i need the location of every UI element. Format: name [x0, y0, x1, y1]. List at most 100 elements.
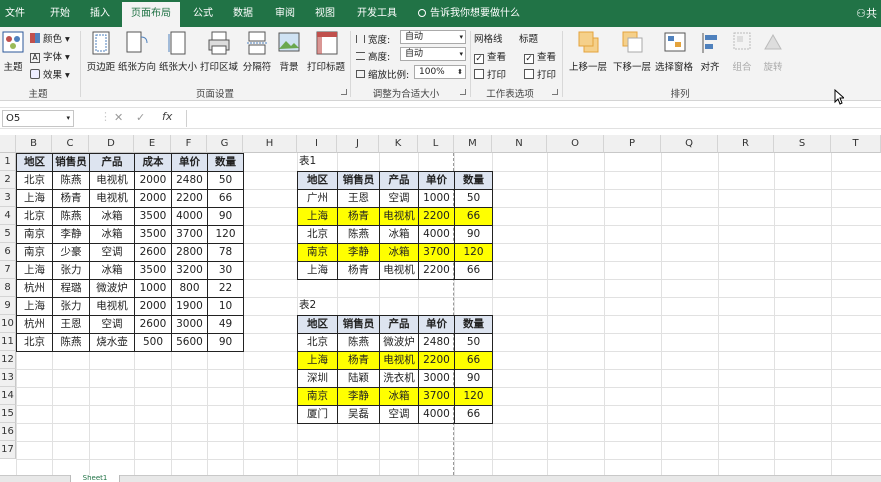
height-dropdown[interactable]: 自动 ▾	[400, 47, 466, 61]
table2-cell[interactable]: 90	[454, 369, 493, 388]
main-table-cell[interactable]: 微波炉	[89, 279, 135, 298]
main-table-cell[interactable]: 2000	[134, 189, 172, 208]
table2-cell[interactable]: 66	[454, 405, 493, 424]
column-header[interactable]: R	[718, 135, 774, 153]
table1-cell[interactable]: 广州	[297, 189, 338, 208]
column-header[interactable]: G	[207, 135, 243, 153]
table2-cell[interactable]: 微波炉	[379, 333, 419, 352]
tab-file[interactable]: 文件	[0, 0, 30, 27]
table1-cell[interactable]: 杨青	[337, 207, 380, 226]
main-table-cell[interactable]: 2000	[134, 297, 172, 316]
main-table-cell[interactable]: 78	[207, 243, 244, 262]
table1-header[interactable]: 销售员	[337, 171, 380, 190]
table1-header[interactable]: 产品	[379, 171, 419, 190]
main-table-cell[interactable]: 冰箱	[89, 225, 135, 244]
page-setup-launcher[interactable]	[341, 89, 347, 95]
column-header[interactable]: N	[492, 135, 547, 153]
table1-cell[interactable]: 北京	[297, 225, 338, 244]
row-header[interactable]: 6	[0, 243, 16, 261]
theme-button[interactable]: 主题	[0, 29, 26, 73]
orientation-button[interactable]: 纸张方向	[118, 31, 156, 75]
main-table-cell[interactable]: 空调	[89, 315, 135, 334]
main-table-cell[interactable]: 北京	[16, 333, 53, 352]
table1-cell[interactable]: 2200	[418, 207, 455, 226]
column-header[interactable]: E	[134, 135, 171, 153]
table2-cell[interactable]: 李静	[337, 387, 380, 406]
row-header[interactable]: 13	[0, 369, 16, 387]
table2-title[interactable]: 表2	[297, 297, 338, 316]
tab-view[interactable]: 视图	[308, 0, 342, 27]
main-table-cell[interactable]: 南京	[16, 225, 53, 244]
table1-cell[interactable]: 90	[454, 225, 493, 244]
main-table-cell[interactable]: 少豪	[52, 243, 90, 262]
main-table-cell[interactable]: 500	[134, 333, 172, 352]
main-table-cell[interactable]: 南京	[16, 243, 53, 262]
main-table-cell[interactable]: 张力	[52, 297, 90, 316]
sheet-options-launcher[interactable]	[552, 89, 558, 95]
main-table-cell[interactable]: 3500	[134, 261, 172, 280]
column-header[interactable]: M	[454, 135, 492, 153]
main-table-cell[interactable]: 3500	[134, 225, 172, 244]
main-table-cell[interactable]: 电视机	[89, 297, 135, 316]
table2-header[interactable]: 销售员	[337, 315, 380, 334]
colors-button[interactable]: 颜色 ▾	[30, 31, 70, 45]
main-table-header[interactable]: 单价	[171, 153, 208, 172]
main-table-cell[interactable]: 3700	[171, 225, 208, 244]
column-header[interactable]: D	[89, 135, 134, 153]
main-table-cell[interactable]: 王恩	[52, 315, 90, 334]
main-table-header[interactable]: 成本	[134, 153, 172, 172]
tab-data[interactable]: 数据	[226, 0, 260, 27]
main-table-cell[interactable]: 1900	[171, 297, 208, 316]
column-header[interactable]: S	[774, 135, 831, 153]
select-all-corner[interactable]	[0, 135, 16, 153]
row-header[interactable]: 10	[0, 315, 16, 333]
group-objects-button[interactable]: 组合	[728, 31, 756, 75]
table1-cell[interactable]: 上海	[297, 207, 338, 226]
insert-function-icon[interactable]: fx	[162, 110, 172, 123]
table2-header[interactable]: 数量	[454, 315, 493, 334]
enter-icon[interactable]: ✓	[136, 111, 145, 124]
table2-cell[interactable]: 北京	[297, 333, 338, 352]
table2-cell[interactable]: 冰箱	[379, 387, 419, 406]
table1-cell[interactable]: 上海	[297, 261, 338, 280]
main-table-cell[interactable]: 5600	[171, 333, 208, 352]
table1-cell[interactable]: 2200	[418, 261, 455, 280]
main-table-cell[interactable]: 陈燕	[52, 333, 90, 352]
table2-cell[interactable]: 4000	[418, 405, 455, 424]
table2-cell[interactable]: 3700	[418, 387, 455, 406]
main-table-cell[interactable]: 2480	[171, 171, 208, 190]
row-header[interactable]: 3	[0, 189, 16, 207]
tab-insert[interactable]: 插入	[82, 0, 118, 27]
row-header[interactable]: 17	[0, 441, 16, 459]
column-header[interactable]: T	[831, 135, 881, 153]
column-header[interactable]: Q	[661, 135, 718, 153]
table1-header[interactable]: 地区	[297, 171, 338, 190]
main-table-cell[interactable]: 空调	[89, 243, 135, 262]
main-table-cell[interactable]: 1000	[134, 279, 172, 298]
table2-cell[interactable]: 2480	[418, 333, 455, 352]
main-table-cell[interactable]: 陈燕	[52, 171, 90, 190]
main-table-cell[interactable]: 90	[207, 333, 244, 352]
name-box[interactable]: O5 ▾	[2, 110, 74, 127]
column-header[interactable]: H	[243, 135, 297, 153]
table2-cell[interactable]: 上海	[297, 351, 338, 370]
main-table-cell[interactable]: 50	[207, 171, 244, 190]
table1-cell[interactable]: 陈燕	[337, 225, 380, 244]
main-table-cell[interactable]: 北京	[16, 171, 53, 190]
table1-cell[interactable]: 空调	[379, 189, 419, 208]
row-header[interactable]: 9	[0, 297, 16, 315]
main-table-cell[interactable]: 杨青	[52, 189, 90, 208]
align-button[interactable]: 对齐	[696, 31, 724, 75]
size-button[interactable]: 纸张大小	[158, 31, 198, 75]
column-header[interactable]: I	[297, 135, 337, 153]
tab-page-layout[interactable]: 页面布局	[122, 2, 180, 27]
fonts-button[interactable]: A 字体 ▾	[30, 49, 70, 63]
table2-cell[interactable]: 50	[454, 333, 493, 352]
main-table-cell[interactable]: 上海	[16, 297, 53, 316]
main-table-cell[interactable]: 90	[207, 207, 244, 226]
main-table-cell[interactable]: 张力	[52, 261, 90, 280]
headings-print-checkbox[interactable]: 打印	[524, 67, 556, 81]
main-table-cell[interactable]: 3500	[134, 207, 172, 226]
main-table-cell[interactable]: 冰箱	[89, 261, 135, 280]
table1-cell[interactable]: 电视机	[379, 261, 419, 280]
